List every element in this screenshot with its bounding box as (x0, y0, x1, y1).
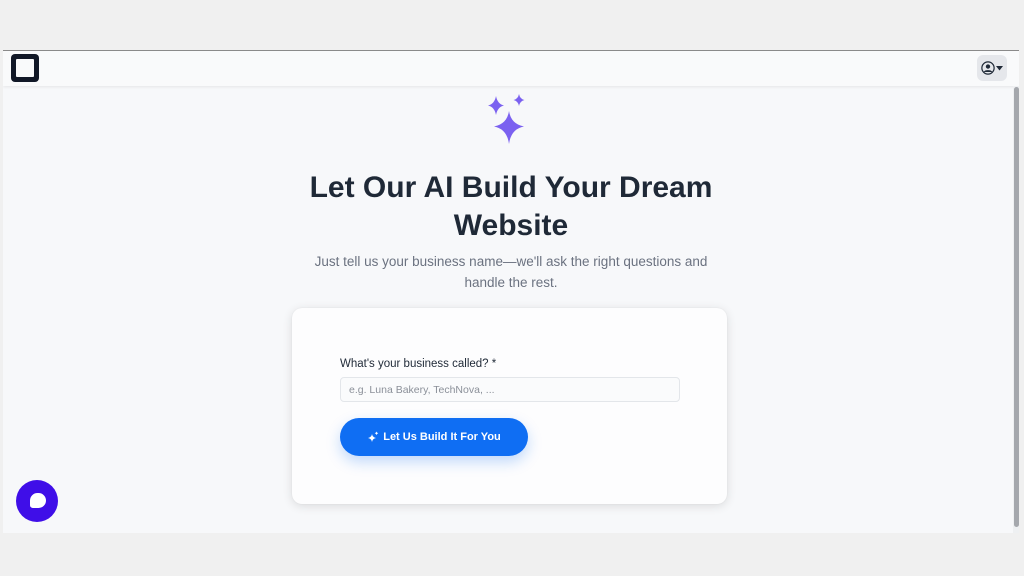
business-name-input[interactable] (340, 377, 680, 402)
user-circle-icon (981, 61, 995, 75)
chat-widget-button[interactable] (16, 480, 58, 522)
hero-subtitle: Just tell us your business name—we'll as… (314, 254, 708, 290)
caret-down-icon (996, 65, 1003, 70)
browser-viewport: Let Our AI Build Your Dream Website Just… (3, 50, 1019, 533)
build-website-button-label: Let Us Build It For You (383, 431, 501, 443)
scrollbar-thumb[interactable] (1014, 87, 1019, 527)
top-navbar (3, 51, 1019, 86)
sparkles-icon (368, 431, 379, 442)
hero-title: Let Our AI Build Your Dream Website (309, 171, 713, 242)
sparkles-icon (488, 94, 525, 144)
business-name-label: What's your business called? * (340, 358, 497, 370)
chat-bubble-icon (30, 493, 46, 508)
account-menu-button[interactable] (977, 55, 1007, 81)
logo-inner (16, 59, 34, 77)
business-name-card: What's your business called? * Let Us Bu… (292, 308, 727, 504)
build-website-button[interactable]: Let Us Build It For You (340, 418, 528, 456)
square-logo-icon[interactable] (11, 54, 39, 82)
